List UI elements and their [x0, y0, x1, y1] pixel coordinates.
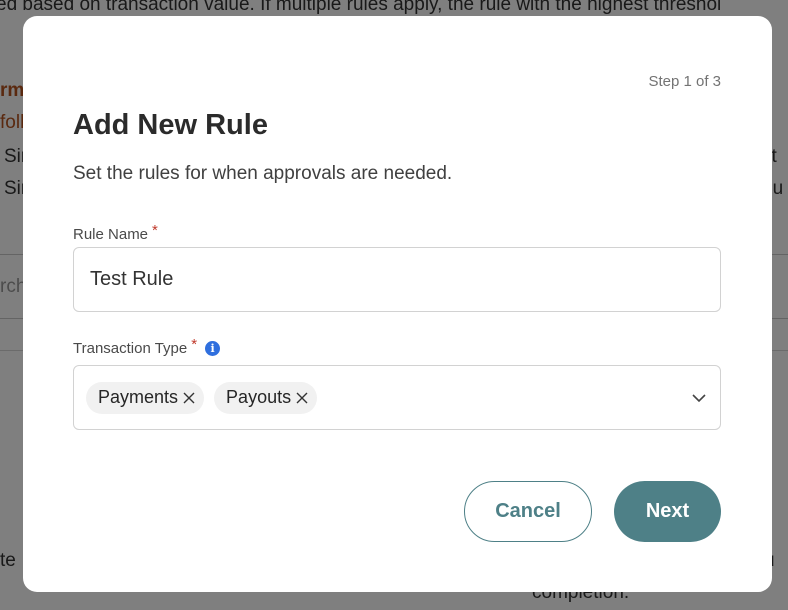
- chip-payments: Payments: [86, 381, 205, 414]
- next-button[interactable]: Next: [614, 481, 721, 542]
- step-indicator: Step 1 of 3: [648, 73, 721, 90]
- dialog-subtitle: Set the rules for when approvals are nee…: [73, 163, 453, 184]
- info-icon[interactable]: i: [205, 341, 221, 356]
- transaction-type-label: Transaction Type * i: [73, 336, 221, 357]
- rule-name-label: Rule Name *: [73, 222, 158, 243]
- transaction-type-label-text: Transaction Type: [73, 340, 188, 357]
- required-asterisk: *: [191, 336, 198, 353]
- chip-label: Payments: [98, 387, 179, 407]
- rule-name-label-text: Rule Name: [73, 226, 149, 243]
- chip-label: Payouts: [226, 387, 292, 407]
- transaction-type-select[interactable]: Payments Payouts: [73, 365, 721, 430]
- rule-name-input[interactable]: [73, 247, 721, 312]
- remove-payouts-close-icon[interactable]: [293, 389, 311, 407]
- chip-payouts: Payouts: [214, 381, 318, 414]
- add-rule-dialog: Step 1 of 3 Add New Rule Set the rules f…: [23, 16, 772, 592]
- dialog-title: Add New Rule: [73, 109, 268, 141]
- chevron-down-icon[interactable]: [690, 389, 708, 407]
- required-asterisk: *: [152, 222, 158, 239]
- cancel-button[interactable]: Cancel: [464, 481, 592, 542]
- remove-payments-close-icon[interactable]: [180, 389, 198, 407]
